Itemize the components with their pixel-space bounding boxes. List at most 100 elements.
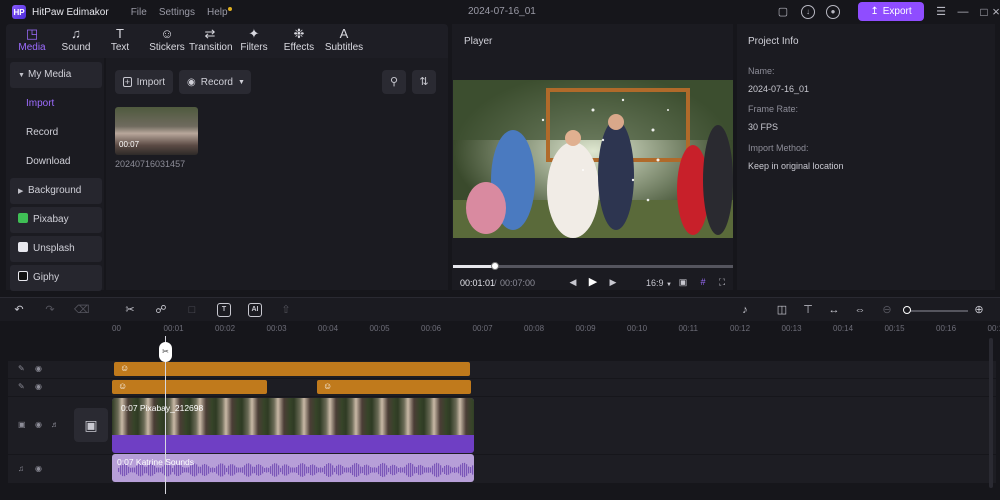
playback-scrubber[interactable] bbox=[453, 262, 733, 270]
waveform-bar bbox=[266, 467, 268, 473]
track-visibility-icon[interactable]: ◉ bbox=[35, 464, 42, 473]
waveform-bar bbox=[156, 467, 158, 473]
track-lock-icon[interactable]: ▣ bbox=[18, 420, 26, 429]
redo-icon[interactable]: ↷ bbox=[43, 303, 57, 317]
zoom-slider-handle[interactable] bbox=[903, 306, 912, 314]
media-icon: ◳ bbox=[25, 26, 39, 41]
waveform-bar bbox=[470, 467, 472, 473]
sort-icon[interactable]: ⇅ bbox=[412, 70, 436, 94]
zoom-out-icon[interactable]: ⊖ bbox=[880, 303, 894, 317]
tab-effects[interactable]: ❉ Effects bbox=[282, 26, 316, 56]
track-edit-icon[interactable]: ✎ bbox=[18, 382, 25, 391]
minimize-icon[interactable]: — bbox=[956, 5, 970, 19]
sidebar-item-unsplash[interactable]: Unsplash bbox=[10, 236, 102, 262]
media-sidebar: ▼ My Media Import Record Download ▶ Backgr… bbox=[6, 58, 104, 291]
tab-media[interactable]: ◳ Media bbox=[14, 26, 50, 56]
waveform-bar bbox=[118, 468, 120, 472]
tab-transition[interactable]: ⇄ Transition bbox=[189, 26, 233, 56]
waveform-bar bbox=[226, 467, 228, 473]
magnet-icon[interactable]: ↔ bbox=[827, 303, 841, 317]
sidebar-item-record[interactable]: Record bbox=[10, 120, 102, 146]
delete-icon[interactable]: ⌫ bbox=[74, 303, 90, 317]
waveform-bar bbox=[414, 466, 416, 474]
sidebar-background[interactable]: ▶ Background bbox=[10, 178, 102, 204]
account-icon[interactable]: ● bbox=[826, 5, 840, 19]
track-visibility-icon[interactable]: ◉ bbox=[35, 364, 42, 373]
waveform-bar bbox=[234, 465, 236, 475]
aspect-ratio-label: 16:9 bbox=[646, 278, 664, 288]
waveform-bar bbox=[412, 464, 414, 476]
track-visibility-icon[interactable]: ◉ bbox=[35, 382, 42, 391]
fullscreen-icon[interactable]: ⛶ bbox=[716, 276, 728, 288]
media-thumbnail[interactable]: 00:07 bbox=[115, 107, 198, 155]
track-music-icon[interactable]: ♫ bbox=[18, 464, 24, 473]
menu-help[interactable]: Help bbox=[207, 6, 232, 18]
play-icon[interactable]: ▶ bbox=[587, 276, 599, 288]
effects-icon: ❉ bbox=[293, 26, 305, 41]
record-icon: ◉ bbox=[187, 76, 196, 88]
tab-filters[interactable]: ✦ Filters bbox=[238, 26, 270, 56]
zoom-in-icon[interactable]: ⊕ bbox=[972, 303, 986, 317]
tab-stickers[interactable]: ☺ Stickers bbox=[146, 26, 188, 56]
menu-file[interactable]: File bbox=[131, 7, 147, 18]
next-frame-icon[interactable]: ▶ bbox=[607, 276, 619, 288]
track-edit-icon[interactable]: ✎ bbox=[18, 364, 25, 373]
crop-icon[interactable]: □ bbox=[185, 303, 199, 317]
transition-icon: ⇄ bbox=[204, 26, 216, 41]
sticker-clip[interactable]: ☺ bbox=[112, 380, 267, 394]
microphone-icon[interactable]: ♪ bbox=[738, 303, 752, 317]
export-button[interactable]: ↥ Export bbox=[858, 2, 924, 21]
fit-icon[interactable]: ⇔ bbox=[853, 303, 867, 317]
previous-frame-icon[interactable]: ◀ bbox=[567, 276, 579, 288]
tab-text[interactable]: T Text bbox=[106, 26, 134, 56]
video-clip-label: 0:07 Pixabay_212698 bbox=[121, 403, 204, 413]
export-clip-icon[interactable]: ⇧ bbox=[279, 303, 293, 317]
sticker-clip[interactable]: ☺ bbox=[317, 380, 471, 394]
grid-icon[interactable]: # bbox=[697, 276, 709, 288]
scrubber-handle[interactable] bbox=[491, 262, 499, 270]
snapshot-icon[interactable]: ▣ bbox=[677, 276, 689, 288]
audio-clip[interactable]: 0:07 Katrine Sounds bbox=[112, 454, 474, 482]
link-icon[interactable]: ◫ bbox=[775, 303, 789, 317]
sidebar-item-pixabay[interactable]: Pixabay bbox=[10, 207, 102, 233]
download-icon[interactable]: ↓ bbox=[801, 5, 815, 19]
sidebar-item-download[interactable]: Download bbox=[10, 149, 102, 175]
sidebar-item-giphy[interactable]: Giphy bbox=[10, 265, 102, 291]
waveform-bar bbox=[202, 464, 204, 476]
undo-icon[interactable]: ↶ bbox=[12, 303, 26, 317]
playhead-handle[interactable]: ✂ bbox=[159, 342, 172, 362]
timeline-ruler[interactable]: 00 00:01 00:02 00:03 00:04 00:05 00:06 00:07 00:… bbox=[112, 322, 1000, 336]
search-icon[interactable]: ⚲ bbox=[382, 70, 406, 94]
waveform-bar bbox=[338, 464, 340, 476]
waveform-bar bbox=[162, 466, 164, 474]
sticker-clip[interactable]: ☺ bbox=[114, 362, 470, 376]
waveform-bar bbox=[374, 467, 376, 473]
import-button[interactable]: + Import bbox=[115, 70, 173, 94]
menu-icon[interactable]: ☰ bbox=[934, 5, 948, 19]
waveform-bar bbox=[254, 466, 256, 474]
waveform-bar bbox=[238, 467, 240, 473]
add-media-to-track-button[interactable]: ▣ bbox=[74, 408, 108, 442]
split-icon[interactable]: ✂ bbox=[123, 303, 137, 317]
waveform-bar bbox=[290, 467, 292, 473]
snap-icon[interactable]: ⊤ bbox=[801, 303, 815, 317]
ai-tool-icon[interactable]: AI bbox=[248, 303, 262, 317]
tab-sound[interactable]: ♫ Sound bbox=[58, 26, 94, 56]
track-visibility-icon[interactable]: ◉ bbox=[35, 420, 42, 429]
text-tool-icon[interactable]: T bbox=[217, 303, 231, 317]
tab-subtitles[interactable]: A Subtitles bbox=[324, 26, 364, 56]
sidebar-item-import[interactable]: Import bbox=[10, 91, 102, 117]
menu-settings[interactable]: Settings bbox=[159, 7, 195, 18]
track-volume-icon[interactable]: ♬ bbox=[51, 420, 59, 429]
waveform-bar bbox=[286, 464, 288, 476]
video-clip[interactable]: 0:07 Pixabay_212698 bbox=[112, 398, 474, 453]
feedback-icon[interactable]: ▢ bbox=[776, 5, 790, 19]
record-button[interactable]: ◉ Record ▼ bbox=[179, 70, 251, 94]
aspect-ratio-select[interactable]: 16:9 ▼ bbox=[646, 278, 672, 288]
close-icon[interactable]: × bbox=[989, 5, 1000, 19]
zoom-slider[interactable] bbox=[904, 310, 968, 312]
sidebar-my-media[interactable]: ▼ My Media bbox=[10, 62, 102, 88]
video-preview[interactable] bbox=[453, 80, 733, 238]
timeline-scrollbar[interactable] bbox=[989, 338, 993, 488]
shield-icon[interactable]: ☍ bbox=[154, 303, 168, 317]
